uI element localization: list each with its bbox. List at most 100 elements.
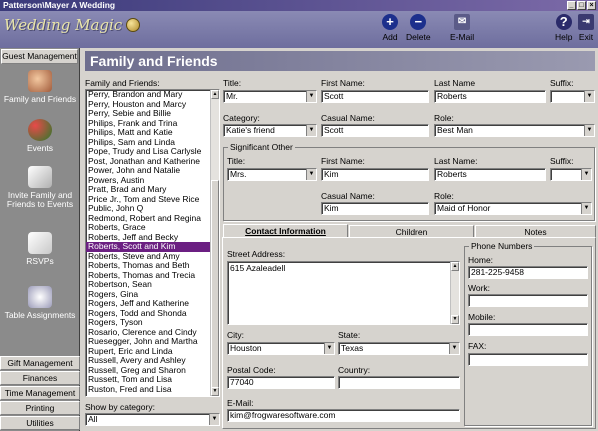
sidebar-utilities[interactable]: Utilities xyxy=(0,416,80,430)
list-item[interactable]: Powers, Austin xyxy=(86,176,211,186)
scroll-up-icon[interactable]: ▲ xyxy=(211,90,219,99)
list-item[interactable]: Russell, Avery and Ashley xyxy=(86,356,211,366)
so-last-name-input[interactable]: Roberts xyxy=(434,168,546,181)
home-phone-input[interactable]: 281-225-9458 xyxy=(468,266,588,279)
so-role-select[interactable]: Maid of Honor ▼ xyxy=(434,202,592,215)
list-item[interactable]: Public, John Q xyxy=(86,204,211,214)
list-item[interactable]: Roberts, Thomas and Beth xyxy=(86,261,211,271)
delete-button[interactable]: − Delete xyxy=(406,14,431,42)
so-casual-name-input[interactable]: Kim xyxy=(321,202,429,215)
list-item[interactable]: Rogers, Gina xyxy=(86,290,211,300)
suffix-select[interactable]: ▼ xyxy=(550,90,595,103)
sidebar-item-invite[interactable]: Invite Family and Friends to Events xyxy=(0,166,80,209)
tab-contact-information[interactable]: Contact Information xyxy=(223,224,348,238)
first-name-input[interactable]: Scott xyxy=(321,90,429,103)
list-item[interactable]: Perry, Sebie and Billie xyxy=(86,109,211,119)
email-input[interactable]: kim@frogwaresoftware.com xyxy=(227,409,460,422)
list-item[interactable]: Philips, Sam and Linda xyxy=(86,138,211,148)
sidebar-printing[interactable]: Printing xyxy=(0,401,80,415)
fax-label: FAX: xyxy=(468,341,487,351)
minimize-button[interactable]: _ xyxy=(567,1,576,10)
fax-input[interactable] xyxy=(468,353,588,366)
casual-name-label: Casual Name: xyxy=(321,113,375,123)
help-button[interactable]: ? Help xyxy=(555,14,572,42)
role-label: Role: xyxy=(434,113,454,123)
so-title-select[interactable]: Mrs. ▼ xyxy=(227,168,317,181)
list-item[interactable]: Philips, Frank and Trina xyxy=(86,119,211,129)
email-label: E-Mail: xyxy=(227,398,254,408)
street-scrollbar[interactable]: ▲ ▼ xyxy=(450,262,459,324)
work-phone-label: Work: xyxy=(468,283,491,293)
category-filter-select[interactable]: All ▼ xyxy=(85,413,220,426)
page-title: Family and Friends xyxy=(85,51,595,71)
chevron-down-icon: ▼ xyxy=(209,414,219,425)
window-controls: _ □ × xyxy=(567,1,596,10)
list-item[interactable]: Philips, Matt and Katie xyxy=(86,128,211,138)
postal-code-input[interactable]: 77040 xyxy=(227,376,335,389)
sidebar-item-rsvps[interactable]: RSVPs xyxy=(0,232,80,266)
exit-button[interactable]: ⇥ Exit xyxy=(578,14,594,42)
list-item[interactable]: Roberts, Grace xyxy=(86,223,211,233)
sidebar-item-table-assignments[interactable]: Table Assignments xyxy=(0,286,80,320)
list-item[interactable]: Rosario, Clerence and Cindy xyxy=(86,328,211,338)
list-item[interactable]: Perry, Houston and Marcy xyxy=(86,100,211,110)
list-scrollbar[interactable]: ▲ ▼ xyxy=(210,90,219,396)
country-label: Country: xyxy=(338,365,371,375)
list-item[interactable]: Redmond, Robert and Regina xyxy=(86,214,211,224)
scroll-down-icon[interactable]: ▼ xyxy=(211,387,219,396)
list-item[interactable]: Rogers, Tyson xyxy=(86,318,211,328)
plus-icon: + xyxy=(382,14,398,30)
close-button[interactable]: × xyxy=(587,1,596,10)
list-item[interactable]: Ruesegger, John and Martha xyxy=(86,337,211,347)
work-phone-input[interactable] xyxy=(468,294,588,307)
list-item[interactable]: Pope, Trudy and Lisa Carlysle xyxy=(86,147,211,157)
chevron-down-icon: ▼ xyxy=(449,343,459,354)
list-item[interactable]: Rogers, Todd and Shonda xyxy=(86,309,211,319)
sidebar-header-guest-management[interactable]: Guest Management xyxy=(1,49,78,64)
so-suffix-label: Suffix: xyxy=(550,156,574,166)
mobile-phone-input[interactable] xyxy=(468,323,588,336)
category-select[interactable]: Katie's friend ▼ xyxy=(223,124,317,137)
list-item[interactable]: Russett, Tom and Lisa xyxy=(86,375,211,385)
street-address-textarea[interactable]: 615 Azaleadell ▲ ▼ xyxy=(227,261,460,325)
so-suffix-select[interactable]: ▼ xyxy=(550,168,592,181)
scroll-up-icon[interactable]: ▲ xyxy=(451,262,459,271)
email-button[interactable]: ✉ E-Mail xyxy=(450,14,474,42)
scroll-thumb[interactable] xyxy=(211,180,219,390)
sidebar-gift-management[interactable]: Gift Management xyxy=(0,356,80,370)
family-friends-list[interactable]: Perry, Brandon and Mary Perry, Houston an… xyxy=(85,89,220,397)
list-item[interactable]: Robertson, Sean xyxy=(86,280,211,290)
app-logo: Wedding Magic xyxy=(4,16,123,34)
list-item[interactable]: Perry, Brandon and Mary xyxy=(86,90,211,100)
list-item[interactable]: Roberts, Scott and Kim xyxy=(86,242,211,252)
sidebar-time-management[interactable]: Time Management xyxy=(0,386,80,400)
list-item[interactable]: Roberts, Steve and Amy xyxy=(86,252,211,262)
so-first-name-input[interactable]: Kim xyxy=(321,168,429,181)
city-select[interactable]: Houston ▼ xyxy=(227,342,335,355)
list-item[interactable]: Rogers, Jeff and Katherine xyxy=(86,299,211,309)
list-item[interactable]: Roberts, Thomas and Trecia xyxy=(86,271,211,281)
casual-name-input[interactable]: Scott xyxy=(321,124,429,137)
last-name-input[interactable]: Roberts xyxy=(434,90,546,103)
role-select[interactable]: Best Man ▼ xyxy=(434,124,595,137)
list-item[interactable]: Roberts, Jeff and Becky xyxy=(86,233,211,243)
list-item[interactable]: Pratt, Brad and Mary xyxy=(86,185,211,195)
list-item[interactable]: Post, Jonathan and Katherine xyxy=(86,157,211,167)
sidebar: Guest Management Family and Friends Even… xyxy=(0,48,80,431)
list-item[interactable]: Russell, Greg and Sharon xyxy=(86,366,211,376)
title-select[interactable]: Mr. ▼ xyxy=(223,90,317,103)
list-item[interactable]: Price Jr., Tom and Steve Rice xyxy=(86,195,211,205)
sidebar-finances[interactable]: Finances xyxy=(0,371,80,385)
sidebar-item-events[interactable]: Events xyxy=(0,119,80,153)
list-item[interactable]: Power, John and Natalie xyxy=(86,166,211,176)
sidebar-item-family-friends[interactable]: Family and Friends xyxy=(0,70,80,104)
add-button[interactable]: + Add xyxy=(382,14,398,42)
list-item[interactable]: Ruston, Fred and Lisa xyxy=(86,385,211,395)
suffix-label: Suffix: xyxy=(550,78,574,88)
maximize-button[interactable]: □ xyxy=(577,1,586,10)
scroll-down-icon[interactable]: ▼ xyxy=(451,315,459,324)
city-label: City: xyxy=(227,330,244,340)
state-select[interactable]: Texas ▼ xyxy=(338,342,460,355)
country-input[interactable] xyxy=(338,376,460,389)
list-item[interactable]: Rupert, Eric and Linda xyxy=(86,347,211,357)
